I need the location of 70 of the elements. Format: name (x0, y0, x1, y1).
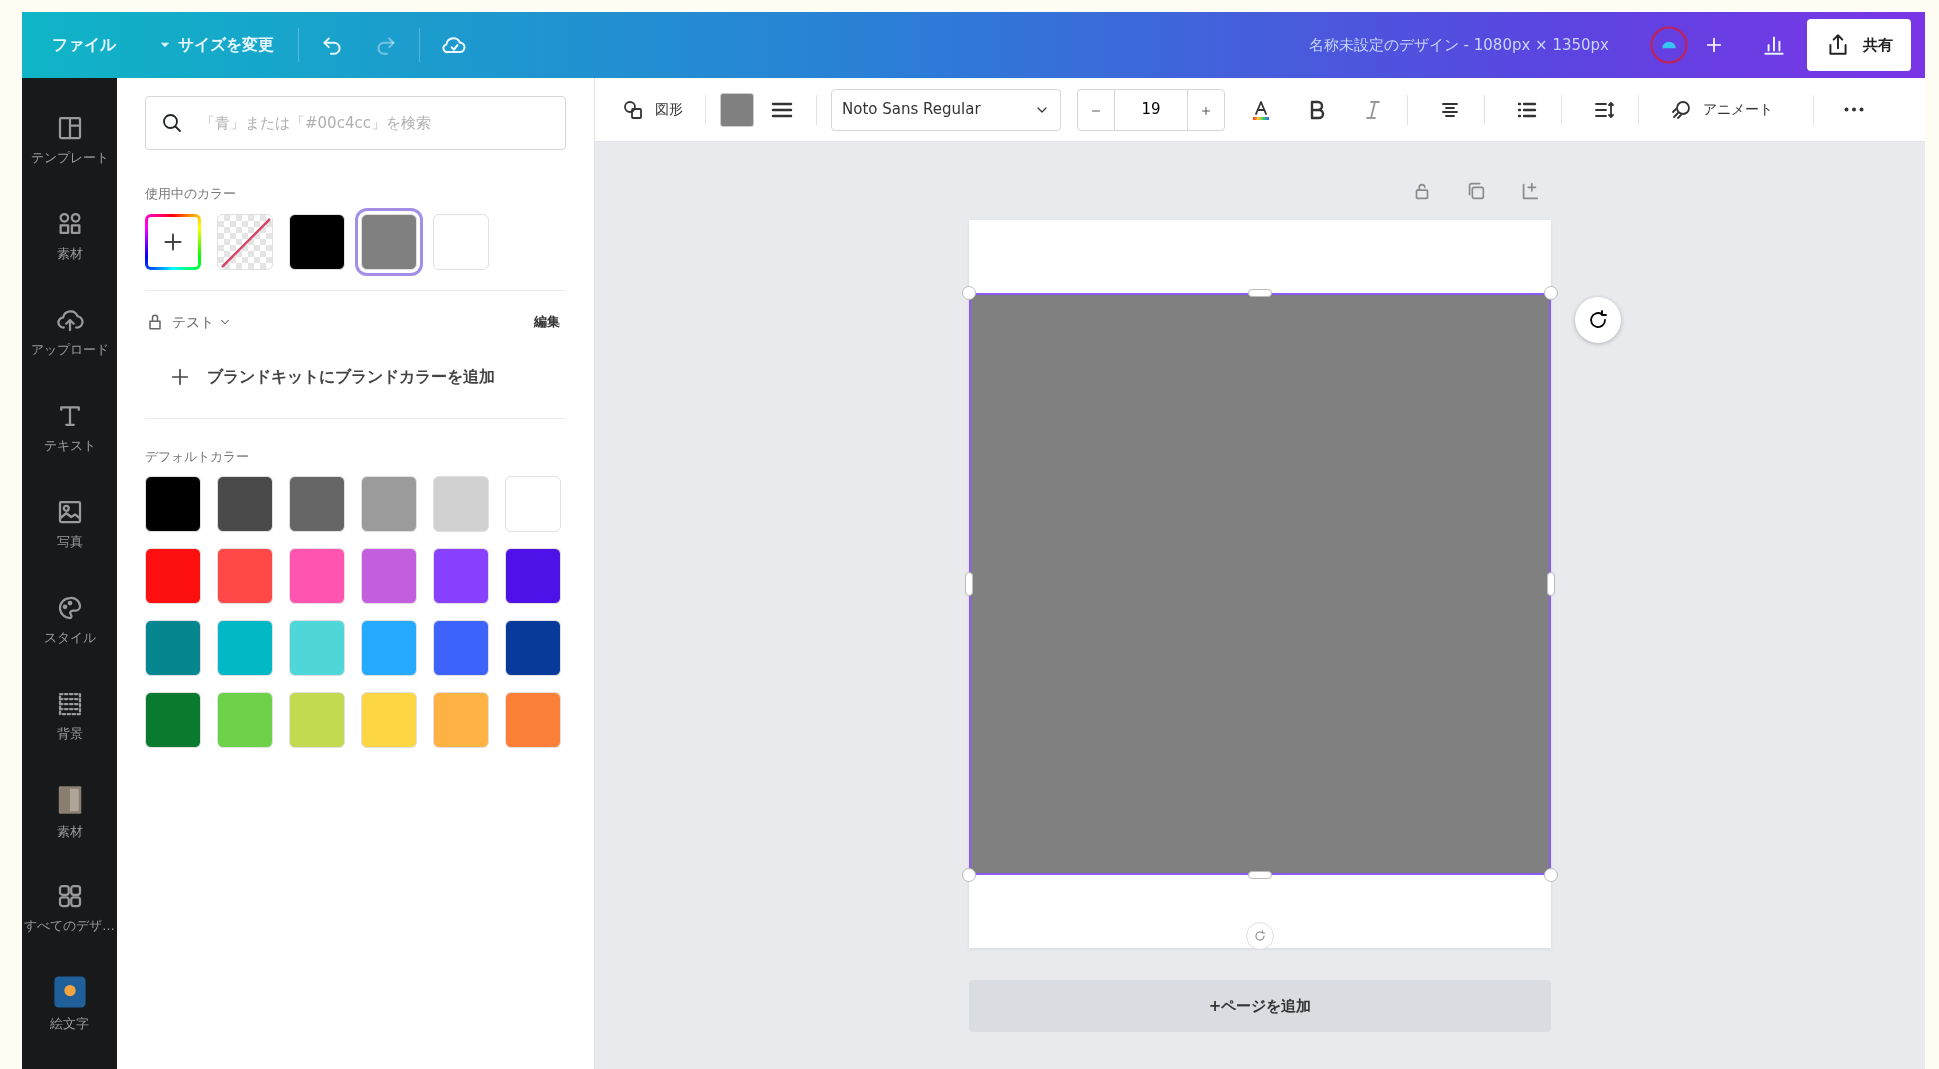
font-dropdown[interactable]: Noto Sans Regular (831, 88, 1061, 131)
color-swatch[interactable] (289, 476, 345, 532)
resize-handle[interactable] (1544, 868, 1558, 882)
edit-link[interactable]: 編集 (528, 311, 566, 333)
color-swatch[interactable] (217, 476, 273, 532)
color-swatch[interactable] (433, 548, 489, 604)
resize-handle[interactable] (962, 286, 976, 300)
resize-handle[interactable] (1248, 289, 1272, 297)
color-swatch[interactable] (145, 692, 201, 748)
font-size-input[interactable]: 19 (1114, 89, 1188, 130)
color-swatch[interactable] (505, 620, 561, 676)
color-swatch[interactable] (217, 620, 273, 676)
color-swatch[interactable] (217, 692, 273, 748)
resize-handle[interactable] (962, 868, 976, 882)
section-title: デフォルトカラー (145, 447, 250, 466)
font-size-field[interactable]: 19 (1077, 88, 1225, 131)
share-button[interactable]: 共有 (1807, 19, 1911, 71)
search-field[interactable]: 「青」または「#00c4cc」を検索 (145, 96, 566, 150)
color-swatch[interactable] (505, 548, 561, 604)
sidebar-item[interactable]: 背景 (22, 668, 117, 764)
color-swatch[interactable] (289, 213, 345, 270)
sidebar-item[interactable]: 素材 (22, 764, 117, 860)
avatar-icon[interactable] (1649, 25, 1689, 65)
plus-icon (1199, 104, 1213, 118)
design-title: 名称未設定のデザイン - 1080px × 1350px (1308, 34, 1609, 56)
color-swatch[interactable] (289, 548, 345, 604)
color-swatch[interactable] (433, 213, 489, 270)
color-swatch[interactable] (289, 620, 345, 676)
sidebar-item[interactable]: すべてのデザ… (22, 860, 117, 956)
sidebar-item[interactable]: スタイル (22, 572, 117, 668)
sidebar-item[interactable]: 素材 (22, 188, 117, 284)
sidebar-item[interactable]: テンプレート (22, 92, 117, 188)
resize-handle[interactable] (1248, 871, 1272, 879)
color-swatch[interactable] (505, 692, 561, 748)
sidebar-item[interactable]: 写真 (22, 476, 117, 572)
resize-handle[interactable] (1547, 572, 1555, 596)
color-swatch[interactable] (433, 476, 489, 532)
search-input[interactable]: 「青」または「#00c4cc」を検索 (198, 110, 551, 136)
color-swatch[interactable] (145, 620, 201, 676)
rotate-icon (1253, 928, 1267, 944)
color-swatch[interactable] (145, 548, 201, 604)
fill-color-button[interactable] (720, 92, 754, 127)
color-swatch[interactable] (433, 692, 489, 748)
color-swatch[interactable] (145, 476, 201, 532)
color-swatch[interactable] (289, 692, 345, 748)
sidebar-item[interactable]: 絵文字 (22, 956, 117, 1052)
shape-button[interactable]: 図形 (613, 91, 691, 128)
color-swatch[interactable] (217, 548, 273, 604)
resize-handle[interactable] (1544, 286, 1558, 300)
color-swatch[interactable] (361, 476, 417, 532)
animate-button[interactable]: アニメート (1661, 91, 1781, 128)
section-title: 使用中のカラー (145, 185, 237, 203)
sidebar-item[interactable]: アップロード (22, 284, 117, 380)
rotate-button[interactable] (1575, 297, 1621, 343)
caret-icon (160, 40, 170, 50)
more-icon (1844, 107, 1864, 112)
no-color-swatch[interactable] (217, 213, 273, 270)
color-swatch[interactable] (361, 692, 417, 748)
color-swatch[interactable] (361, 620, 417, 676)
add-page-button[interactable]: +ページを追加 (969, 980, 1551, 1032)
resize-handle[interactable] (965, 572, 973, 596)
brand-kit-dropdown[interactable]: テスト (171, 310, 233, 334)
color-swatch[interactable] (505, 476, 561, 532)
sidebar-item[interactable]: テキスト (22, 380, 117, 476)
color-swatch[interactable] (361, 548, 417, 604)
color-swatch[interactable] (433, 620, 489, 676)
search-icon (160, 111, 184, 135)
emoji-app-icon (52, 974, 87, 1009)
rotate-handle[interactable] (1246, 922, 1274, 950)
add-brand-color-button[interactable]: ブランドキットにブランドカラーを追加 (163, 363, 501, 390)
